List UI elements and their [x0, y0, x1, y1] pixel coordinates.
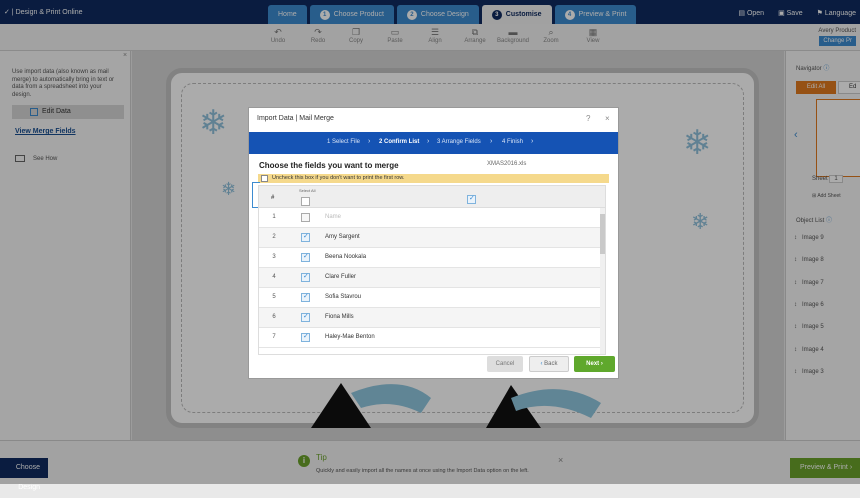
row-number: 5	[272, 294, 276, 300]
row-name: Beena Nookala	[325, 254, 367, 260]
close-icon[interactable]: ×	[605, 114, 610, 123]
row-checkbox[interactable]	[301, 292, 310, 302]
table-row[interactable]: 4 Clare Fuller	[259, 268, 605, 288]
chevron-right-icon: ›	[368, 138, 371, 145]
column-checkbox[interactable]	[467, 194, 476, 204]
row-checkbox[interactable]	[301, 332, 310, 342]
chevron-left-icon: ‹	[540, 361, 543, 367]
warning-text: Uncheck this box if you don't want to pr…	[272, 175, 405, 181]
row-number: 2	[272, 234, 276, 240]
help-icon[interactable]: ?	[586, 114, 590, 123]
table-row[interactable]: 2 Amy Sargent	[259, 228, 605, 248]
row-name: Clare Fuller	[325, 274, 357, 280]
chevron-right-icon: ›	[600, 361, 603, 367]
next-button[interactable]: Next ›	[574, 356, 615, 372]
column-number-header: #	[271, 195, 275, 201]
dialog-title: Import Data | Mail Merge	[257, 115, 334, 122]
row-checkbox[interactable]	[301, 252, 310, 262]
chevron-right-icon: ›	[531, 138, 534, 145]
table-row[interactable]: 7 Haley-Mae Benton	[259, 328, 605, 348]
table-scrollbar[interactable]	[600, 208, 605, 354]
step-arrange-fields[interactable]: 3 Arrange Fields	[437, 139, 481, 145]
row-name: Name	[325, 214, 342, 220]
back-button[interactable]: ‹ Back	[529, 356, 569, 372]
row-number: 1	[272, 214, 276, 220]
row-checkbox[interactable]	[301, 312, 310, 322]
row-name: Haley-Mae Benton	[325, 334, 375, 340]
warning-checkbox[interactable]	[261, 175, 268, 182]
cancel-button[interactable]: Cancel	[487, 356, 523, 372]
row-checkbox[interactable]	[301, 272, 310, 282]
select-all-label: Select All	[299, 188, 316, 193]
file-name: XMAS2016.xls	[487, 161, 527, 167]
row-number: 3	[272, 254, 276, 260]
step-select-file[interactable]: 1 Select File	[327, 139, 360, 145]
table-row[interactable]: 1 Name	[259, 208, 605, 228]
import-data-dialog: Import Data | Mail Merge ? × 1 Select Fi…	[248, 107, 619, 379]
dialog-heading: Choose the fields you want to merge	[259, 161, 399, 170]
merge-table: # Select All 1 Name 2 Amy Sargent 3 Beena N…	[258, 185, 606, 355]
chevron-right-icon: ›	[427, 138, 430, 145]
row-number: 6	[272, 314, 276, 320]
scrollbar-thumb[interactable]	[600, 214, 605, 254]
table-row[interactable]: 6 Fiona Mills	[259, 308, 605, 328]
step-finish[interactable]: 4 Finish	[502, 139, 523, 145]
wizard-steps: 1 Select File › 2 Confirm List › 3 Arran…	[249, 132, 618, 154]
row-number: 4	[272, 274, 276, 280]
table-header: # Select All	[259, 186, 605, 208]
next-label: Next	[586, 361, 600, 367]
row-checkbox[interactable]	[301, 213, 310, 222]
row-name: Amy Sargent	[325, 234, 360, 240]
step-confirm-list[interactable]: 2 Confirm List	[379, 139, 419, 145]
row-name: Fiona Mills	[325, 314, 354, 320]
table-row[interactable]: 5 Sofia Stavrou	[259, 288, 605, 308]
select-all-checkbox[interactable]	[301, 197, 310, 206]
back-label: Back	[544, 361, 558, 367]
chevron-right-icon: ›	[490, 138, 493, 145]
row-checkbox[interactable]	[301, 232, 310, 242]
row-number: 7	[272, 334, 276, 340]
row-name: Sofia Stavrou	[325, 294, 362, 300]
table-row[interactable]: 3 Beena Nookala	[259, 248, 605, 268]
first-row-warning: Uncheck this box if you don't want to pr…	[258, 174, 609, 183]
